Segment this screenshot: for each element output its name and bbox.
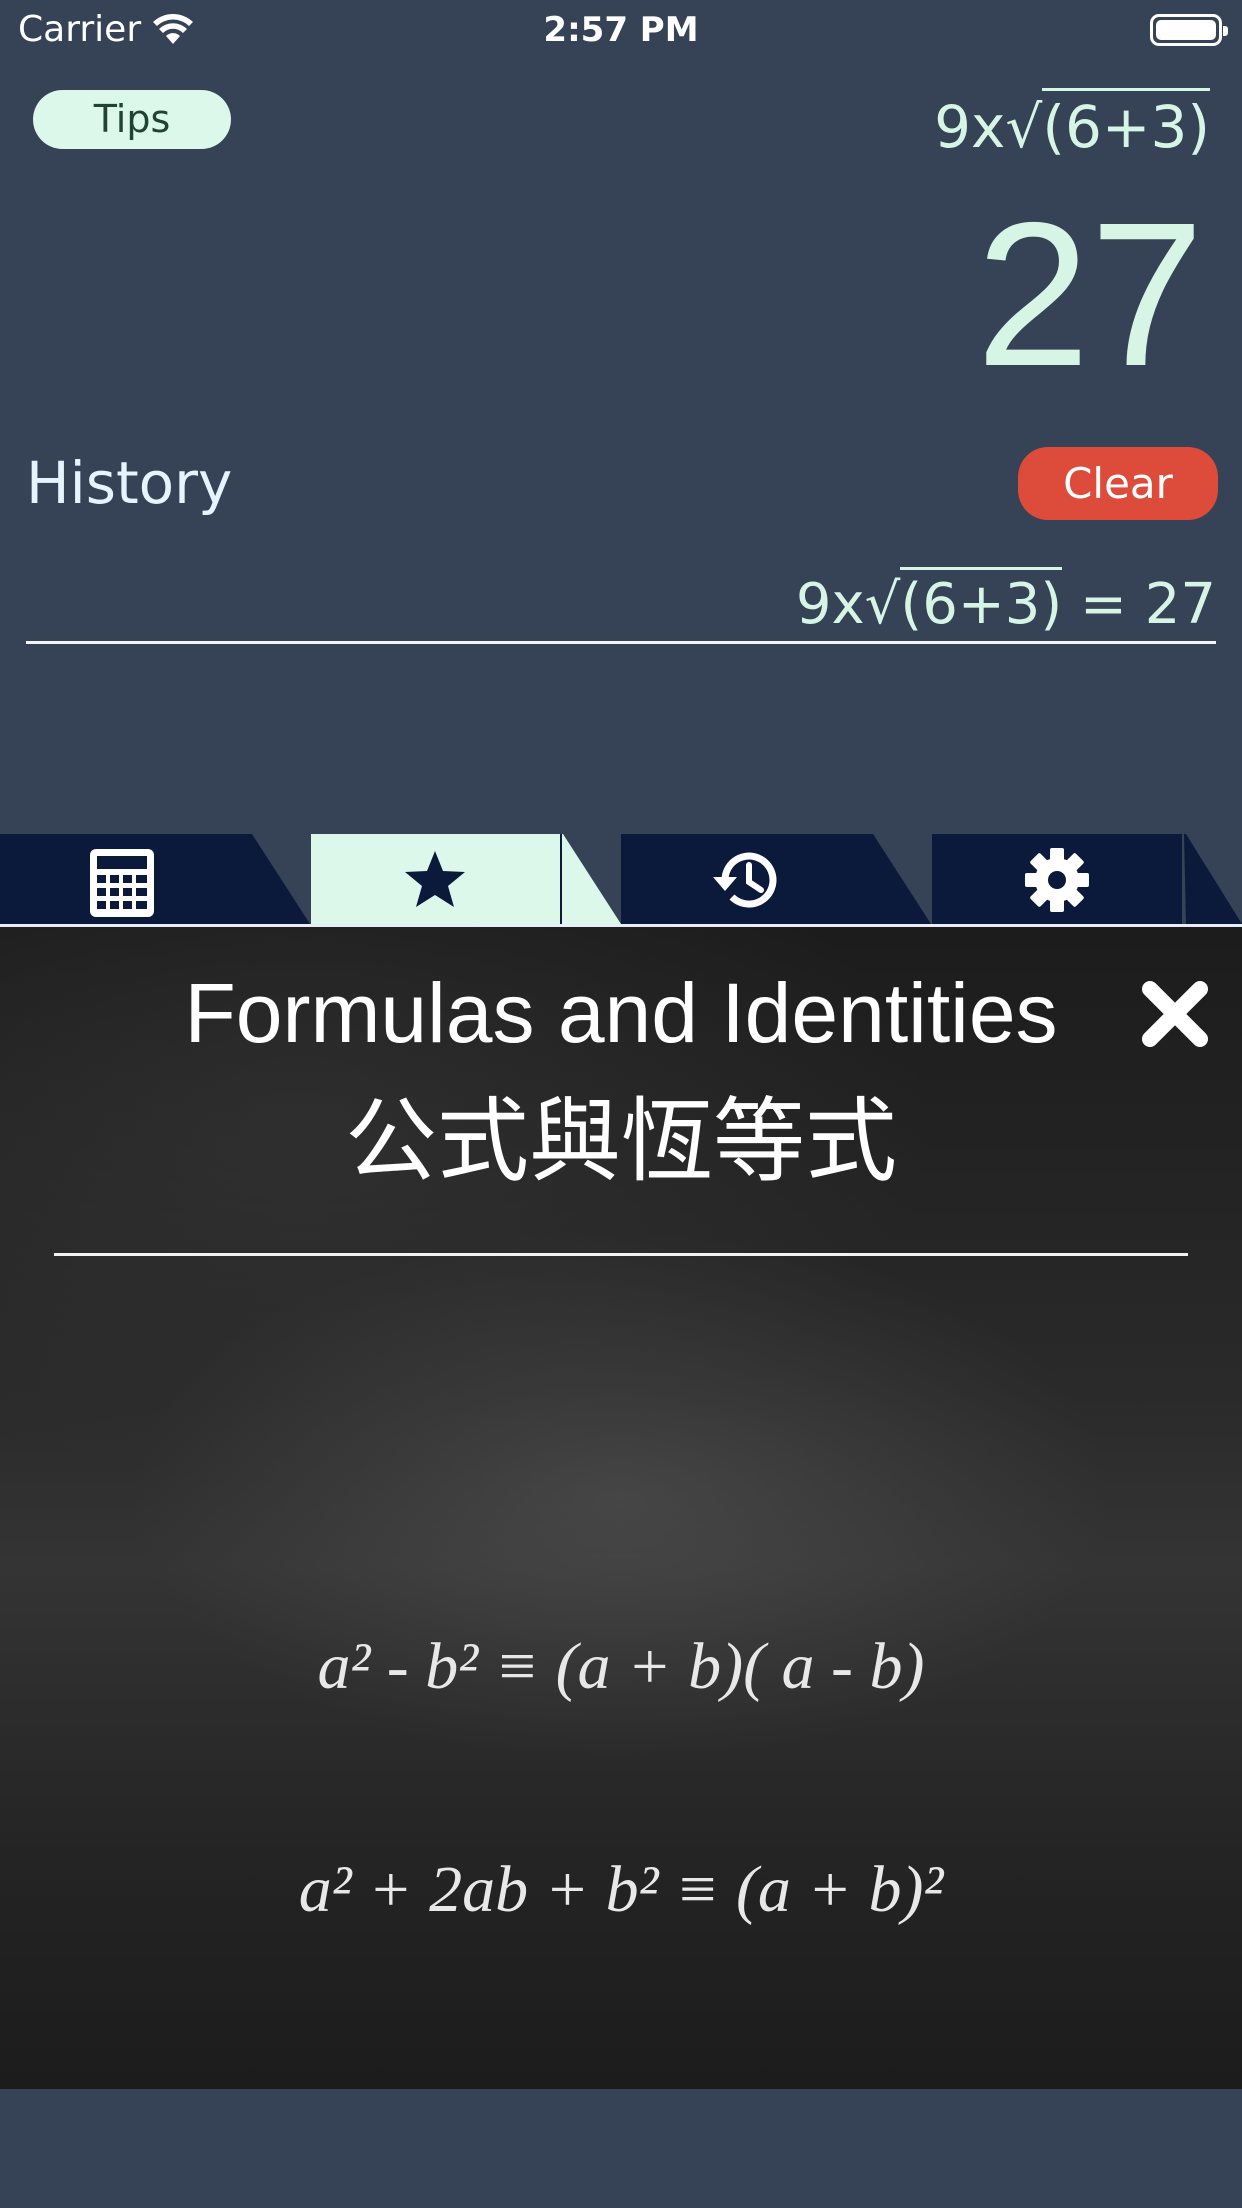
panel-subtitle: 公式與恆等式: [344, 1088, 897, 1195]
battery-icon: [1150, 14, 1228, 46]
history-entry-radicand: (6+3): [900, 567, 1063, 637]
close-icon[interactable]: [1138, 977, 1212, 1051]
history-entry-prefix: 9x√: [795, 572, 901, 637]
tab-history[interactable]: [621, 834, 931, 924]
history-heading: History: [26, 449, 233, 517]
panel-title: Formulas and Identities: [184, 966, 1058, 1060]
tab-settings[interactable]: [932, 834, 1242, 924]
tips-button[interactable]: Tips: [33, 90, 231, 149]
history-divider: [26, 641, 1216, 644]
tab-favorites[interactable]: [311, 834, 621, 924]
panel-divider: [54, 1253, 1188, 1256]
history-entry-result: = 27: [1062, 572, 1216, 637]
status-time: 2:57 PM: [543, 10, 699, 50]
clear-history-button[interactable]: Clear: [1018, 447, 1218, 520]
formulas-panel: Formulas and Identities 公式與恆等式 a² - b² ≡…: [0, 927, 1242, 2089]
history-entry[interactable]: 9x√(6+3) = 27: [795, 567, 1216, 640]
formula-text: a² + 2ab + b² ≡ (a + b)²: [298, 1853, 944, 1926]
tab-calculator[interactable]: [0, 834, 310, 924]
expression-radicand: (6+3): [1042, 88, 1210, 161]
formula-difference-of-squares: a² - b² ≡ (a + b)( a - b): [0, 1622, 1242, 1712]
expression-display: 9x√(6+3): [934, 88, 1210, 162]
tab-bar: [0, 834, 1242, 924]
formula-text: a² - b² ≡ (a + b)( a - b): [317, 1630, 925, 1703]
result-display: 27: [975, 180, 1204, 409]
formula-square-of-sum: a² + 2ab + b² ≡ (a + b)²: [0, 1845, 1242, 1935]
expression-prefix: 9x√: [934, 93, 1043, 161]
bottom-bar: [0, 2089, 1242, 2208]
